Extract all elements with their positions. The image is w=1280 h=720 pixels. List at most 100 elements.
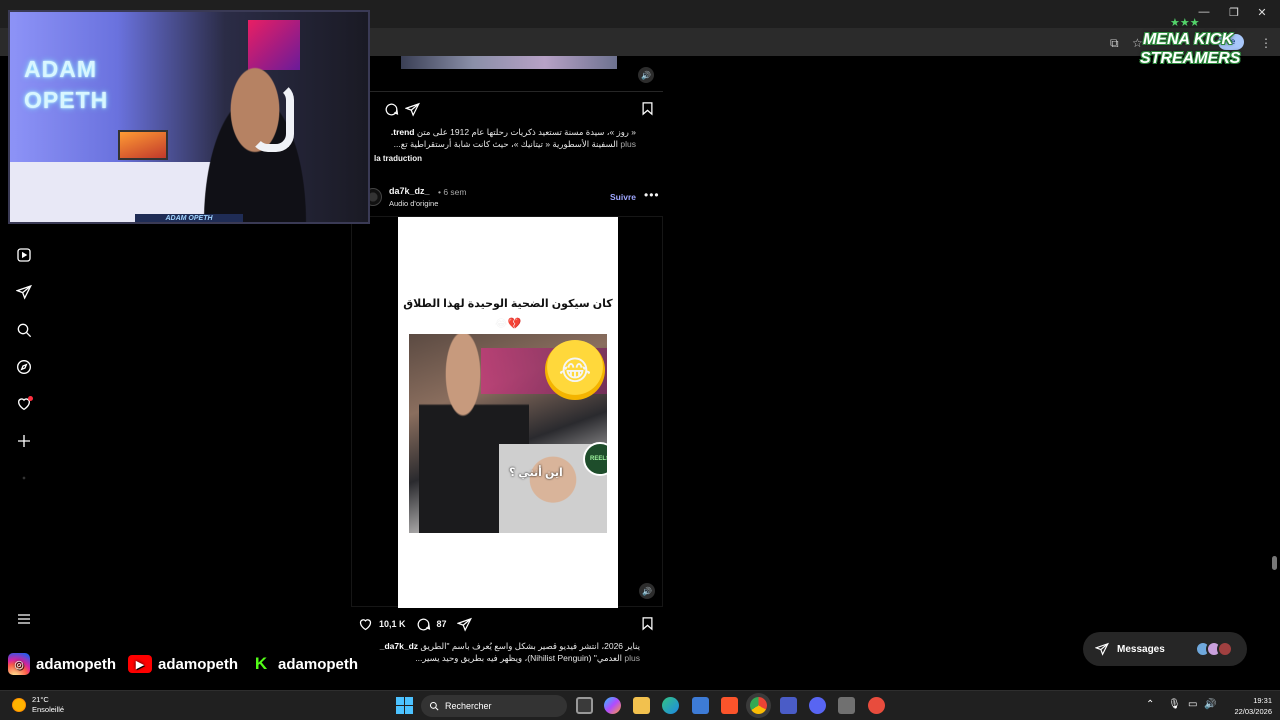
notification-dot [28,396,33,401]
see-translation-link[interactable]: la traduction [374,154,422,163]
post-actions: 10,1 K 87 [358,615,472,633]
search-icon [429,701,439,711]
app-icon[interactable] [780,697,797,714]
display-icon[interactable]: ▭ [1188,699,1197,710]
caption-text-2: السفينة الأسطورية « تيتانيك »، حيث كانت … [393,139,619,149]
share-icon[interactable] [405,102,420,117]
neon-line-2: OPETH [24,87,109,113]
sun-icon [12,698,26,712]
chrome-icon[interactable] [750,697,767,714]
volume-icon[interactable]: 🔊 [1204,699,1216,710]
search-icon[interactable] [14,320,34,340]
install-app-icon[interactable]: ⧉ [1110,36,1119,51]
reel-photo: 😂 REELS اين أنتي ؟ [409,334,607,533]
previous-post-caption: « روز »، سيدة مسنة تستعيد ذكريات رحلتها … [360,126,636,150]
caption-text-2: العدمي" (Nihilist Penguin)، ويظهر فيه بط… [415,653,623,663]
windows-taskbar: 21°C Ensoleillé Rechercher ⌃ 🎙 ▭ 🔊 19:31… [0,690,1280,720]
temperature: 21°C [32,695,49,704]
page-scrollbar[interactable] [1270,56,1280,690]
tray-chevron-icon[interactable]: ⌃ [1146,699,1154,710]
youtube-handle: adamopeth [158,655,239,673]
task-view-icon[interactable] [576,697,593,714]
caption-text: « روز »، سيدة مسنة تستعيد ذكريات رحلتها … [416,127,636,137]
social-handles-bar: ◎ adamopeth ▶ adamopeth K adamopeth [8,651,370,677]
explore-icon[interactable] [14,357,34,377]
profile-icon[interactable] [14,468,34,488]
follow-button[interactable]: Suivre [610,192,636,202]
previous-post-actions [364,100,420,118]
taskbar-clock[interactable]: 19:31 22/03/2026 [1220,695,1272,717]
webcam-nameplate: ADAM OPETH [135,214,243,222]
reels-icon[interactable] [14,245,34,265]
create-icon[interactable] [14,431,34,451]
laughing-emoji-icon: 😂 [545,340,605,400]
instagram-icon: ◎ [8,653,30,675]
headset [250,82,294,152]
file-explorer-icon[interactable] [633,697,650,714]
laptop [118,130,168,160]
kick-handle: adamopeth [278,655,359,673]
restore-button[interactable]: ❐ [1226,6,1242,19]
more-options-icon[interactable]: ••• [644,188,660,202]
post-username[interactable]: da7k_dz_ [389,186,430,196]
reel-frame: كان سيكون الضحية الوحيدة لهذا الطلاق 😂💔 … [398,217,618,608]
messages-icon[interactable] [14,282,34,302]
comment-count[interactable]: 87 [437,619,447,629]
like-icon[interactable] [358,617,373,632]
app-icon[interactable] [868,697,885,714]
logo-stars: ★★★ [1170,17,1200,29]
save-icon[interactable] [640,616,655,631]
caption-username[interactable]: da7k_dz_ [380,641,418,651]
app-icon[interactable] [838,697,855,714]
reel-emoji: 😂💔 [494,318,522,330]
caption-username[interactable]: trend. [391,127,415,137]
volume-icon[interactable]: 🔊 [639,583,655,599]
save-icon[interactable] [640,101,655,116]
caption-text: يناير 2026، انتشر فيديو قصير بشكل واسع ي… [420,641,640,651]
weather-condition: Ensoleillé [32,705,65,714]
instagram-handle: adamopeth [36,655,117,673]
edge-icon[interactable] [662,697,679,714]
logo-line-2: STREAMERS [1140,50,1241,67]
logo-line-1: MENA KICK [1142,31,1234,48]
reel-video[interactable]: كان سيكون الضحية الوحيدة لهذا الطلاق 😂💔 … [351,216,663,608]
time: 19:31 [1253,696,1272,705]
post-header: da7k_dz_ • 6 sem Audio d'origine Suivre … [362,184,662,210]
more-link[interactable]: plus [620,139,636,149]
discord-icon[interactable] [809,697,826,714]
store-icon[interactable] [692,697,709,714]
brave-icon[interactable] [721,697,738,714]
weather-text: 21°C Ensoleillé [32,695,64,715]
previous-post-media[interactable]: 🔊 [351,56,663,92]
copilot-icon[interactable] [604,697,621,714]
comment-icon[interactable] [416,617,431,632]
weather-widget[interactable]: 21°C Ensoleillé [12,695,64,715]
neon-sign: ADAM OPETH [24,54,108,116]
volume-icon[interactable]: 🔊 [638,67,654,83]
more-link[interactable]: plus [624,653,640,663]
neon-line-1: ADAM [24,56,97,82]
kick-icon: K [250,653,273,675]
windows-start-icon[interactable] [396,697,413,714]
avatar [1217,641,1233,657]
messages-button[interactable]: Messages [1083,632,1247,666]
mena-kick-streamers-logo: ★★★ MENA KICK STREAMERS [1140,17,1241,86]
share-icon[interactable] [456,617,472,632]
taskbar-search[interactable]: Rechercher [421,695,567,717]
comment-icon[interactable] [384,102,399,117]
microphone-icon[interactable]: 🎙 [1168,699,1181,710]
previous-post-thumbnail [401,56,617,69]
audio-link[interactable]: Audio d'origine [389,199,438,208]
logo-text: MENA KICK STREAMERS [1140,30,1241,68]
close-button[interactable]: ✕ [1254,6,1270,19]
chrome-menu-icon[interactable]: ⋮ [1260,36,1272,50]
like-count[interactable]: 10,1 K [379,619,406,629]
reel-photo-text: اين أنتي ؟ [509,467,563,479]
youtube-icon: ▶ [128,655,153,673]
post-time: • 6 sem [438,187,467,197]
streamer-webcam: ADAM OPETH ADAM OPETH [8,10,370,224]
scrollbar-thumb[interactable] [1272,556,1277,570]
messages-icon [1095,642,1109,656]
message-avatars [1195,641,1233,657]
more-menu-icon[interactable] [14,609,34,629]
